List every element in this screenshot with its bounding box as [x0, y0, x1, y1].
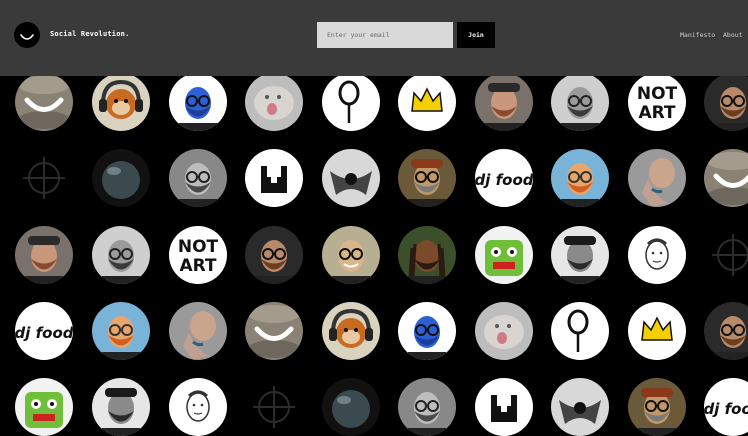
m-logo-avatar[interactable]: [475, 378, 533, 436]
crosshair-avatar[interactable]: [704, 226, 748, 284]
blurred-dog-avatar[interactable]: [245, 73, 303, 131]
sphere-dark-avatar[interactable]: [92, 149, 150, 207]
bw-symmetric-avatar[interactable]: [551, 378, 609, 436]
smile-stones-avatar[interactable]: [704, 149, 748, 207]
bw-older-man-avatar[interactable]: [398, 378, 456, 436]
svg-text:NOT: NOT: [178, 237, 219, 257]
email-input[interactable]: [317, 22, 453, 48]
svg-text:dj food: dj food: [15, 324, 73, 342]
svg-text:NOT: NOT: [637, 84, 678, 104]
smiling-man-avatar[interactable]: [322, 226, 380, 284]
svg-text:ART: ART: [638, 103, 675, 123]
yellow-crown-avatar[interactable]: [398, 73, 456, 131]
sphere-dark-avatar[interactable]: [322, 378, 380, 436]
bw-cap-man-avatar[interactable]: [92, 378, 150, 436]
bearded-man-hat-avatar[interactable]: [15, 226, 73, 284]
dreadlocks-man-avatar[interactable]: [398, 226, 456, 284]
bw-cap-man-avatar[interactable]: [551, 226, 609, 284]
dj-food-avatar[interactable]: dj food: [475, 149, 533, 207]
sketch-man-avatar[interactable]: [169, 378, 227, 436]
smile-stones-avatar[interactable]: [245, 302, 303, 360]
glasses-man-hat-avatar[interactable]: [398, 149, 456, 207]
m-logo-avatar[interactable]: [245, 149, 303, 207]
sketch-man-avatar[interactable]: [628, 226, 686, 284]
dj-food-avatar[interactable]: dj food: [15, 302, 73, 360]
monkey-headphones-avatar[interactable]: [92, 73, 150, 131]
nav-about-link[interactable]: About: [723, 31, 743, 39]
bearded-man-hat-avatar[interactable]: [475, 73, 533, 131]
bearded-man-partial-avatar[interactable]: [704, 302, 748, 360]
crosshair-avatar[interactable]: [245, 378, 303, 436]
top-header: Social Revolution. Join Manifesto About: [0, 0, 748, 76]
monkey-headphones-avatar[interactable]: [322, 302, 380, 360]
dj-food-avatar[interactable]: dj food: [704, 378, 748, 436]
crosshair-avatar[interactable]: [15, 149, 73, 207]
svg-text:dj food: dj food: [475, 171, 533, 189]
svg-text:ART: ART: [179, 256, 216, 276]
yellow-crown-avatar[interactable]: [628, 302, 686, 360]
ginger-illustration-avatar[interactable]: [551, 149, 609, 207]
join-button[interactable]: Join: [457, 22, 495, 48]
svg-text:dj food: dj food: [704, 400, 748, 418]
glasses-man-hat-avatar[interactable]: [628, 378, 686, 436]
tattoo-neck-avatar[interactable]: [628, 149, 686, 207]
brand-name[interactable]: Social Revolution.: [50, 30, 129, 38]
blue-glasses-man-avatar[interactable]: [169, 73, 227, 131]
blurred-dog-avatar[interactable]: [475, 302, 533, 360]
spoon-drawing-avatar[interactable]: [551, 302, 609, 360]
bearded-man-partial-avatar[interactable]: [704, 73, 748, 131]
tattoo-neck-avatar[interactable]: [169, 302, 227, 360]
smile-logo-icon[interactable]: [14, 22, 40, 48]
not-art-avatar[interactable]: NOT ART: [628, 73, 686, 131]
not-art-avatar[interactable]: NOT ART: [169, 226, 227, 284]
spoon-drawing-avatar[interactable]: [322, 73, 380, 131]
nav-manifesto-link[interactable]: Manifesto: [680, 31, 715, 39]
blue-glasses-man-avatar[interactable]: [398, 302, 456, 360]
green-monster-avatar[interactable]: [475, 226, 533, 284]
ginger-illustration-avatar[interactable]: [92, 302, 150, 360]
bw-symmetric-avatar[interactable]: [322, 149, 380, 207]
bw-older-man-avatar[interactable]: [169, 149, 227, 207]
smile-stones-avatar[interactable]: [15, 73, 73, 131]
bw-bearded-man-avatar[interactable]: [551, 73, 609, 131]
bw-bearded-man-avatar[interactable]: [92, 226, 150, 284]
green-monster-avatar[interactable]: [15, 378, 73, 436]
bearded-man-partial-avatar[interactable]: [245, 226, 303, 284]
